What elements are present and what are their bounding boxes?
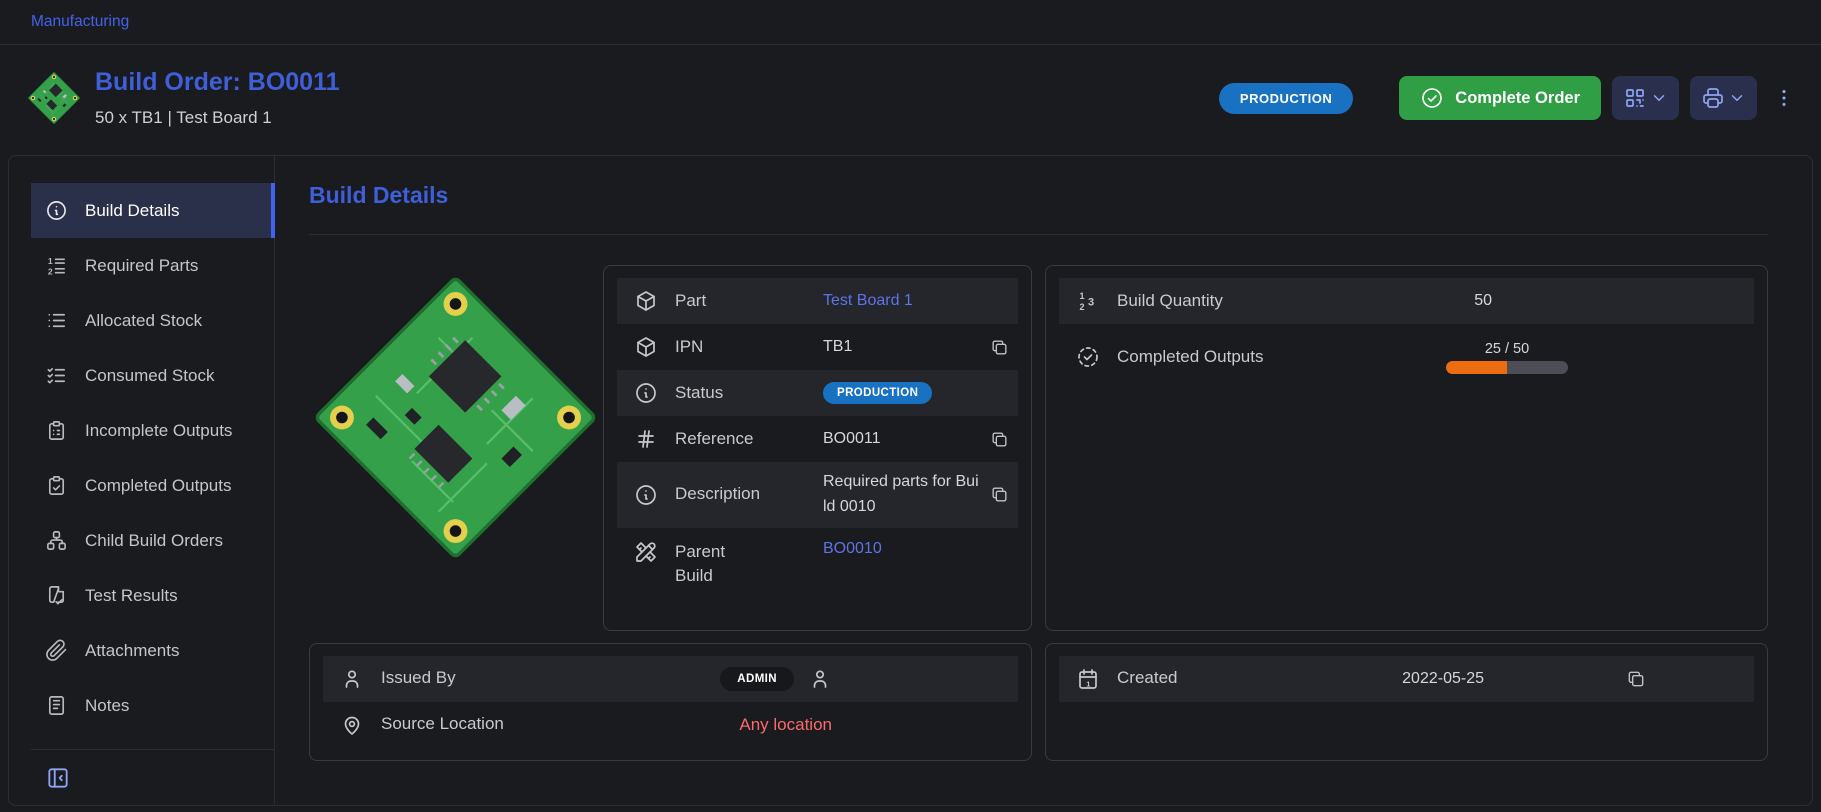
detail-row-description: Description Required parts for Build 001…: [617, 462, 1018, 528]
sidebar-item-test-results[interactable]: Test Results: [31, 568, 274, 623]
info-circle-icon: [45, 199, 68, 222]
created-panel: 1 Created 2022-05-25: [1045, 643, 1768, 761]
row-completed-outputs: Completed Outputs 25 / 50: [1059, 324, 1754, 390]
detail-row-parent-build: Parent Build BO0010: [617, 528, 1018, 618]
row-build-quantity: 123 Build Quantity 50: [1059, 278, 1754, 324]
breadcrumb-link-manufacturing[interactable]: Manufacturing: [31, 13, 129, 31]
file-check-icon: [45, 584, 68, 607]
heading-divider: [309, 234, 1768, 235]
box-icon: [634, 335, 658, 359]
created-value: 2022-05-25: [1274, 670, 1604, 688]
row-created: 1 Created 2022-05-25: [1059, 656, 1754, 702]
list-numbers-icon: 12: [45, 254, 68, 277]
copy-icon: [990, 485, 1009, 504]
copy-reference-button[interactable]: [980, 430, 1018, 449]
list-icon: [45, 309, 68, 332]
build-quantity-panel: 123 Build Quantity 50 Completed Outputs …: [1045, 265, 1768, 631]
copy-icon: [990, 430, 1009, 449]
print-actions-button[interactable]: [1690, 76, 1757, 120]
page-header: Build Order: BO0011 50 x TB1 | Test Boar…: [0, 45, 1821, 155]
svg-text:3: 3: [1088, 297, 1094, 309]
build-details-table: Part Test Board 1 IPN TB1 Status PRODUCT…: [603, 265, 1032, 631]
sidebar-collapse-icon: [45, 765, 71, 791]
info-circle-icon: [634, 381, 658, 405]
copy-ipn-button[interactable]: [980, 338, 1018, 357]
part-link[interactable]: Test Board 1: [823, 292, 980, 310]
sidebar-item-consumed-stock[interactable]: Consumed Stock: [31, 348, 274, 403]
progress-check-icon: [1076, 345, 1100, 369]
box-icon: [634, 289, 658, 313]
sidebar-item-allocated-stock[interactable]: Allocated Stock: [31, 293, 274, 348]
completed-progress: 25 / 50: [1446, 341, 1568, 374]
parent-build-link[interactable]: BO0010: [823, 540, 980, 558]
panel-heading: Build Details: [309, 182, 1768, 209]
sidebar-item-notes[interactable]: Notes: [31, 678, 274, 733]
part-thumbnail: [25, 69, 83, 127]
user-icon: [340, 667, 364, 691]
build-quantity-value: 50: [1274, 292, 1604, 310]
svg-text:1: 1: [48, 256, 53, 266]
row-issued-by: Issued By ADMIN: [323, 656, 1018, 702]
copy-created-button[interactable]: [1604, 669, 1754, 689]
sidebar-divider: [31, 749, 274, 750]
part-image: [309, 265, 601, 631]
detail-row-reference: Reference BO0011: [617, 416, 1018, 462]
printer-icon: [1701, 86, 1725, 110]
complete-order-button[interactable]: Complete Order: [1399, 76, 1601, 120]
calendar-icon: 1: [1076, 667, 1100, 691]
main-panel: Build Details Part Test Board 1: [275, 156, 1812, 805]
source-location-value: Any location: [538, 715, 868, 735]
sitemap-icon: [45, 529, 68, 552]
qrcode-icon: [1623, 86, 1647, 110]
info-circle-icon: [634, 483, 658, 507]
sidebar-item-incomplete-outputs[interactable]: Incomplete Outputs: [31, 403, 274, 458]
detail-row-ipn: IPN TB1: [617, 324, 1018, 370]
sidebar-item-completed-outputs[interactable]: Completed Outputs: [31, 458, 274, 513]
detail-row-status: Status PRODUCTION: [617, 370, 1018, 416]
detail-row-part: Part Test Board 1: [617, 278, 1018, 324]
page-subtitle: 50 x TB1 | Test Board 1: [95, 108, 340, 128]
sidebar-item-build-details[interactable]: Build Details: [31, 183, 274, 238]
tools-icon: [634, 540, 658, 564]
svg-text:2: 2: [1080, 302, 1085, 312]
sidebar: Build Details 12 Required Parts Allocate…: [9, 156, 275, 805]
issue-info-panel: Issued By ADMIN Source Location Any loca…: [309, 643, 1032, 761]
status-badge: PRODUCTION: [1219, 83, 1353, 114]
breadcrumb: Manufacturing: [0, 0, 1821, 45]
notes-icon: [45, 694, 68, 717]
numbers-123-icon: 123: [1076, 289, 1100, 313]
status-badge: PRODUCTION: [823, 382, 932, 404]
content-shell: Build Details 12 Required Parts Allocate…: [8, 155, 1813, 806]
progress-bar: [1446, 361, 1568, 374]
progress-label: 25 / 50: [1446, 341, 1568, 357]
more-actions-button[interactable]: [1773, 83, 1795, 113]
sidebar-item-attachments[interactable]: Attachments: [31, 623, 274, 678]
clipboard-check-icon: [45, 474, 68, 497]
svg-text:2: 2: [48, 267, 53, 277]
completed-progress-fill: [1446, 361, 1507, 374]
svg-text:1: 1: [1080, 291, 1085, 301]
chevron-down-icon: [1650, 89, 1668, 107]
row-source-location: Source Location Any location: [323, 702, 1018, 748]
copy-icon: [990, 338, 1009, 357]
chevron-down-icon: [1728, 89, 1746, 107]
page-title: Build Order: BO0011: [95, 68, 340, 97]
sidebar-item-required-parts[interactable]: 12 Required Parts: [31, 238, 274, 293]
dots-vertical-icon: [1773, 87, 1795, 109]
sidebar-collapse-button[interactable]: [45, 765, 71, 791]
copy-description-button[interactable]: [980, 485, 1018, 504]
barcode-actions-button[interactable]: [1612, 76, 1679, 120]
sidebar-item-child-build-orders[interactable]: Child Build Orders: [31, 513, 274, 568]
paperclip-icon: [45, 639, 68, 662]
svg-text:1: 1: [1086, 679, 1090, 688]
hash-icon: [634, 427, 658, 451]
list-check-icon: [45, 364, 68, 387]
map-pin-icon: [340, 713, 364, 737]
user-icon: [808, 667, 832, 691]
issued-by-badge: ADMIN: [720, 667, 794, 691]
copy-icon: [1626, 669, 1646, 689]
clipboard-list-icon: [45, 419, 68, 442]
circle-check-icon: [1420, 86, 1444, 110]
